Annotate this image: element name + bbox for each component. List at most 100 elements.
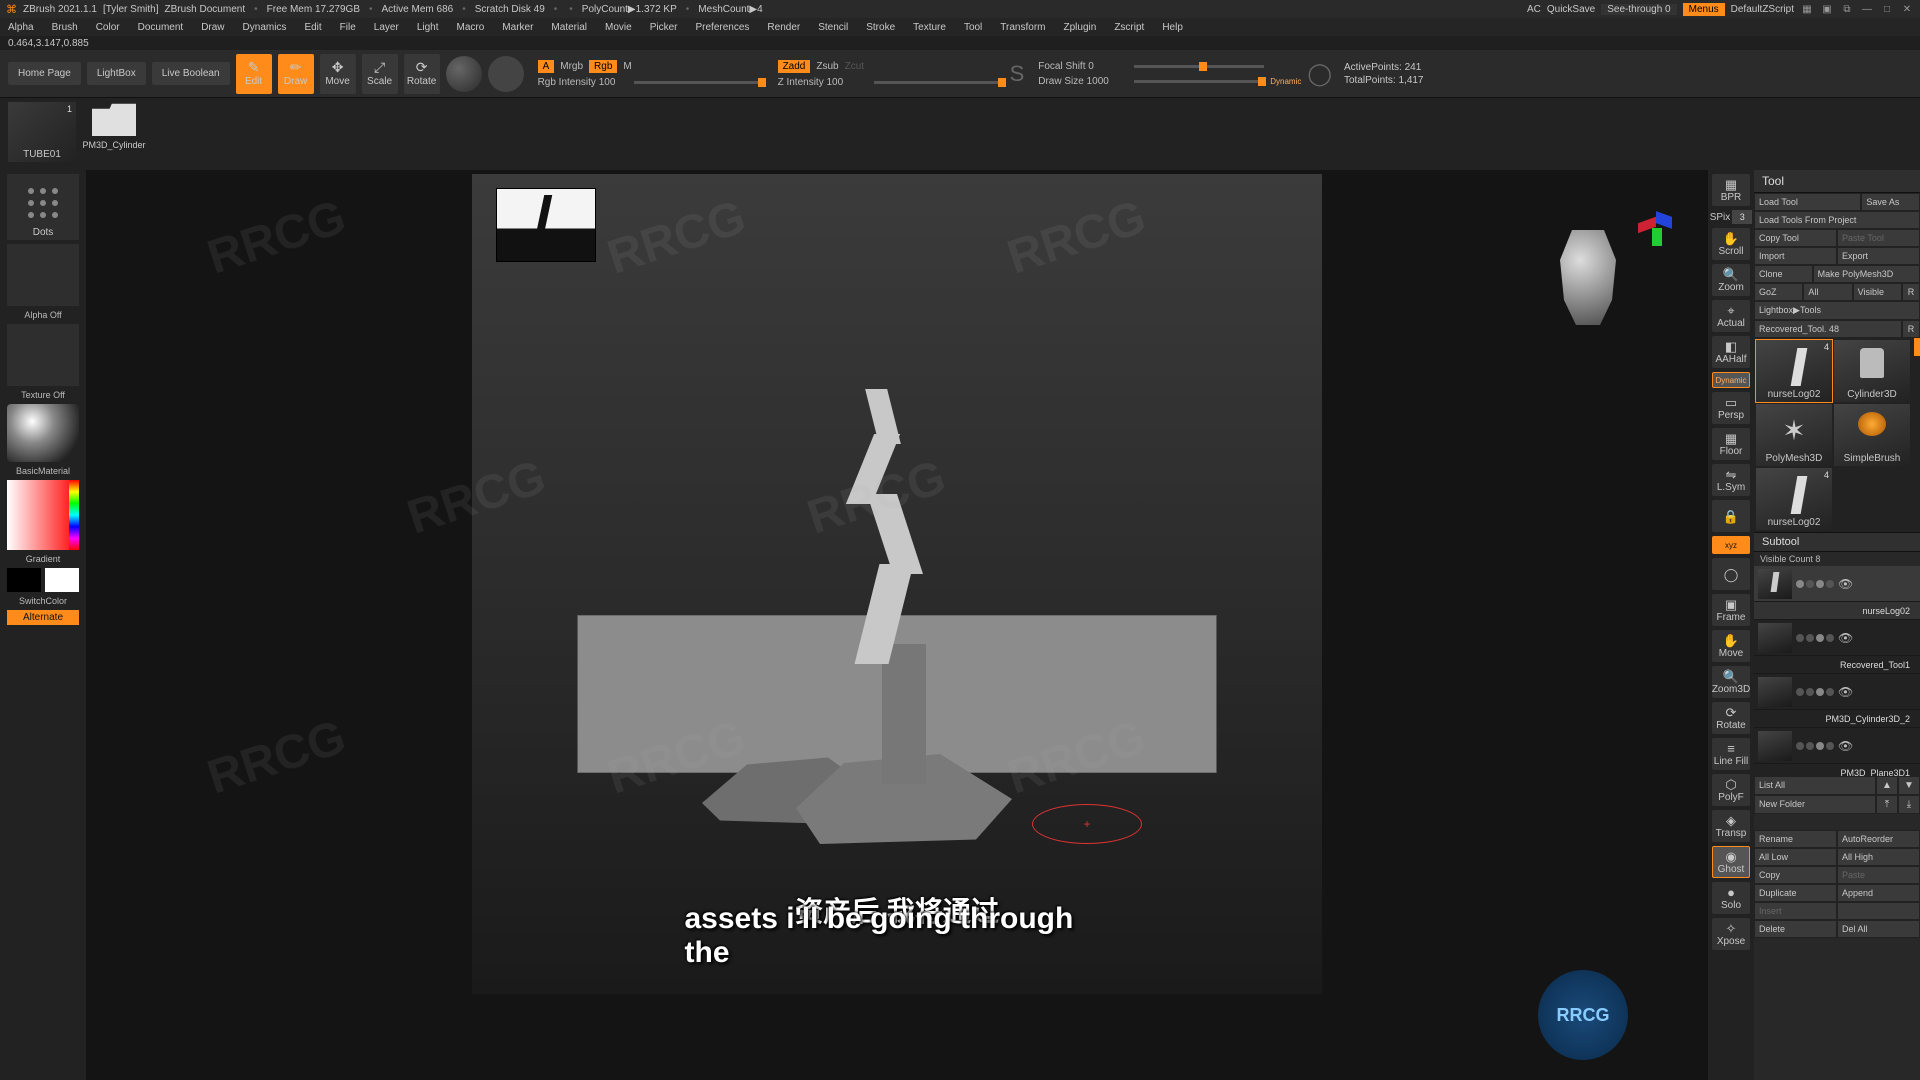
goz-visible-button[interactable]: Visible	[1853, 283, 1902, 301]
texture-slot[interactable]	[7, 324, 79, 386]
rename-button[interactable]: Rename	[1754, 830, 1837, 848]
maximize-icon[interactable]: □	[1880, 4, 1894, 15]
transp-button[interactable]: ◈Transp	[1712, 810, 1750, 842]
move-mode-button[interactable]: ✥Move	[320, 54, 356, 94]
window-icon[interactable]: ▦	[1800, 4, 1814, 15]
menu-edit[interactable]: Edit	[304, 22, 321, 33]
menus-toggle[interactable]: Menus	[1683, 3, 1725, 16]
menu-dynamics[interactable]: Dynamics	[243, 22, 287, 33]
menu-render[interactable]: Render	[767, 22, 800, 33]
all-high-button[interactable]: All High	[1837, 848, 1920, 866]
menu-draw[interactable]: Draw	[201, 22, 224, 33]
menu-movie[interactable]: Movie	[605, 22, 632, 33]
subtool-item[interactable]: 👁	[1754, 566, 1920, 602]
rotate-mode-button[interactable]: ⟳Rotate	[404, 54, 440, 94]
aahalf-button[interactable]: ◧AAHalf	[1712, 336, 1750, 368]
move3d-button[interactable]: ✋Move	[1712, 630, 1750, 662]
menu-color[interactable]: Color	[96, 22, 120, 33]
document-thumbnail[interactable]	[496, 188, 596, 262]
switch-color-row[interactable]	[7, 568, 79, 592]
menu-tool[interactable]: Tool	[964, 22, 982, 33]
alpha-slot[interactable]	[7, 244, 79, 306]
menu-picker[interactable]: Picker	[650, 22, 678, 33]
folder-tile-cylinder[interactable]: PM3D_Cylinder	[82, 102, 146, 158]
menu-material[interactable]: Material	[551, 22, 587, 33]
scroll-button[interactable]: ✋Scroll	[1712, 228, 1750, 260]
spix-input[interactable]	[1732, 210, 1752, 224]
zcut-toggle[interactable]: Zcut	[845, 61, 864, 72]
center-button[interactable]: ◯	[1712, 558, 1750, 590]
menu-help[interactable]: Help	[1162, 22, 1183, 33]
menu-marker[interactable]: Marker	[502, 22, 533, 33]
o-curve-icon[interactable]: ◯	[1307, 61, 1332, 87]
top-icon[interactable]: ⤒	[1876, 795, 1898, 814]
tool-tile[interactable]: ✶PolyMesh3D	[1756, 404, 1832, 466]
focal-shift-slider[interactable]: Focal Shift 0	[1038, 61, 1128, 72]
navigator-head-icon[interactable]	[1548, 230, 1628, 330]
autoreorder-button[interactable]: AutoReorder	[1837, 830, 1920, 848]
canvas-area[interactable]: 资产后 我将通过 assets i'll be going through th…	[86, 170, 1708, 1080]
zoom-button[interactable]: 🔍Zoom	[1712, 264, 1750, 296]
menu-stencil[interactable]: Stencil	[818, 22, 848, 33]
lightbox-button[interactable]: LightBox	[87, 62, 146, 85]
stroke-dots[interactable]: Dots	[7, 174, 79, 240]
edit-mode-button[interactable]: ✎Edit	[236, 54, 272, 94]
dynamic-button[interactable]: Dynamic	[1712, 372, 1750, 388]
subtool-item[interactable]: 👁	[1754, 674, 1920, 710]
copy-tool-button[interactable]: Copy Tool	[1754, 229, 1837, 247]
menu-zscript[interactable]: Zscript	[1114, 22, 1144, 33]
xyz-button[interactable]: xyz	[1712, 536, 1750, 554]
a-toggle[interactable]: A	[538, 60, 555, 73]
home-page-button[interactable]: Home Page	[8, 62, 81, 85]
menu-zplugin[interactable]: Zplugin	[1064, 22, 1097, 33]
r-button[interactable]: R	[1902, 320, 1920, 338]
menu-alpha[interactable]: Alpha	[8, 22, 34, 33]
switch-color-label[interactable]: SwitchColor	[7, 596, 79, 606]
eye-icon[interactable]: 👁	[1838, 631, 1853, 645]
lsym-button[interactable]: ⇋L.Sym	[1712, 464, 1750, 496]
zsub-toggle[interactable]: Zsub	[816, 61, 838, 72]
floor-button[interactable]: ▦Floor	[1712, 428, 1750, 460]
tool-tile[interactable]: SimpleBrush	[1834, 404, 1910, 466]
menu-preferences[interactable]: Preferences	[695, 22, 749, 33]
scale-mode-button[interactable]: ⤢Scale	[362, 54, 398, 94]
tool-tile[interactable]: Cylinder3D	[1834, 340, 1910, 402]
bpr-button[interactable]: ▦BPR	[1712, 174, 1750, 206]
load-tool-button[interactable]: Load Tool	[1754, 193, 1861, 211]
menu-texture[interactable]: Texture	[913, 22, 946, 33]
actual-button[interactable]: ⌖Actual	[1712, 300, 1750, 332]
tool-header[interactable]: Tool	[1754, 170, 1920, 193]
alternate-button[interactable]: Alternate	[7, 610, 79, 625]
live-boolean-button[interactable]: Live Boolean	[152, 62, 230, 85]
move-down-icon[interactable]: ▼	[1898, 776, 1920, 795]
xpose-button[interactable]: ✧Xpose	[1712, 918, 1750, 950]
menu-brush[interactable]: Brush	[52, 22, 78, 33]
menu-file[interactable]: File	[340, 22, 356, 33]
mrgb-toggle[interactable]: Mrgb	[560, 61, 583, 72]
bottom-icon[interactable]: ⤓	[1898, 795, 1920, 814]
close-icon[interactable]: ✕	[1900, 4, 1914, 15]
rgb-toggle[interactable]: Rgb	[589, 60, 617, 73]
menu-macro[interactable]: Macro	[457, 22, 485, 33]
zadd-toggle[interactable]: Zadd	[778, 60, 811, 73]
menu-layer[interactable]: Layer	[374, 22, 399, 33]
spix-field[interactable]: SPix	[1710, 210, 1753, 224]
menu-stroke[interactable]: Stroke	[866, 22, 895, 33]
window-icon-3[interactable]: ⧉	[1840, 4, 1854, 15]
eye-icon[interactable]: 👁	[1838, 739, 1853, 753]
menu-document[interactable]: Document	[138, 22, 184, 33]
export-button[interactable]: Export	[1837, 247, 1920, 265]
rgb-intensity-slider[interactable]: Rgb Intensity 100	[538, 77, 628, 88]
del-all-button[interactable]: Del All	[1837, 920, 1920, 938]
menu-light[interactable]: Light	[417, 22, 439, 33]
s-curve-icon[interactable]: S	[1010, 61, 1025, 87]
goz-all-button[interactable]: All	[1803, 283, 1852, 301]
quicksave-button[interactable]: QuickSave	[1547, 4, 1595, 15]
list-all-button[interactable]: List All	[1754, 776, 1876, 795]
import-button[interactable]: Import	[1754, 247, 1837, 265]
insert-button[interactable]: Insert	[1754, 902, 1837, 920]
subtool-header[interactable]: Subtool	[1754, 532, 1920, 552]
polyf-button[interactable]: ⬡PolyF	[1712, 774, 1750, 806]
dynamic-label[interactable]: Dynamic	[1270, 77, 1301, 86]
material-slot[interactable]	[7, 404, 79, 462]
